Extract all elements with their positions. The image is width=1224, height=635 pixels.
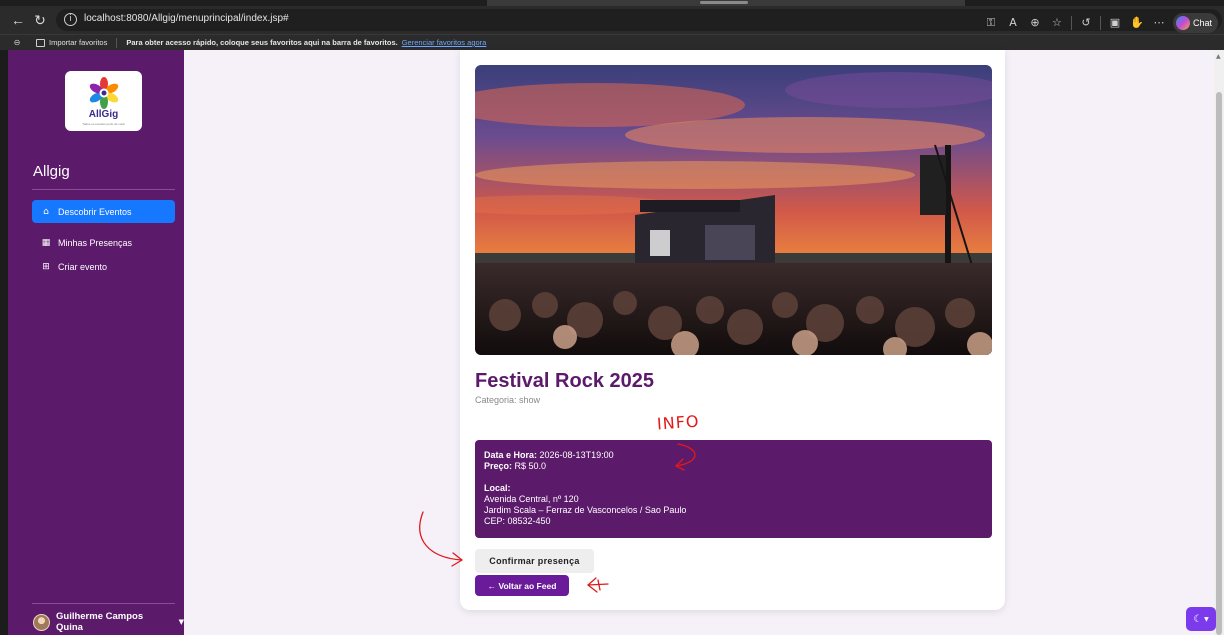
extension-icon[interactable]: ✋: [1129, 15, 1145, 31]
app-logo[interactable]: AllGig Todos os eventos perto de você: [65, 71, 142, 131]
favorites-bar: ⊖ Importar favoritos Para obter acesso r…: [0, 34, 1224, 50]
chevron-down-icon: ▼: [178, 618, 185, 626]
address-cep: CEP: 08532-450: [484, 516, 551, 526]
copilot-icon: [1175, 16, 1190, 30]
import-favorites-button[interactable]: Importar favoritos: [36, 38, 107, 47]
event-detail-card: Festival Rock 2025 Categoria: show Data …: [460, 50, 1005, 610]
page-scrollbar[interactable]: ▲: [1214, 50, 1224, 635]
theme-toggle-button[interactable]: ☾ ▼: [1186, 607, 1216, 631]
reload-icon[interactable]: ↻: [30, 10, 50, 30]
datetime-row: Data e Hora: 2026-08-13T19:00: [484, 450, 983, 461]
split-screen-icon[interactable]: ▣: [1107, 15, 1123, 31]
logo-tagline: Todos os eventos perto de você: [82, 122, 125, 126]
address-line-2: Jardim Scala – Ferraz de Vasconcelos / S…: [484, 505, 687, 515]
home-icon: ⌂: [43, 206, 49, 217]
price-label: Preço:: [484, 461, 513, 471]
avatar: [33, 613, 50, 631]
collections-icon[interactable]: ⊖: [12, 38, 22, 48]
event-title: Festival Rock 2025: [475, 370, 654, 392]
price-row: Preço: R$ 50.0: [484, 461, 983, 472]
nav-label: Minhas Presenças: [58, 237, 133, 248]
key-icon[interactable]: ⚿: [983, 15, 999, 31]
category-label: Categoria:: [475, 395, 517, 405]
read-aloud-icon[interactable]: A: [1005, 15, 1021, 31]
back-to-feed-button[interactable]: ← Voltar ao Feed: [475, 575, 569, 596]
annotation-left-curve: [419, 511, 463, 561]
grid-icon: ⊞: [42, 261, 50, 272]
logo-flower-icon: [89, 77, 119, 109]
favbar-divider: [116, 37, 118, 48]
concert-photo: [475, 65, 992, 355]
url-text[interactable]: localhost:8080/Allgig/menuprincipal/inde…: [84, 13, 289, 24]
datetime-value: 2026-08-13T19:00: [539, 450, 614, 460]
price-value: R$ 50.0: [514, 461, 547, 471]
user-menu[interactable]: Guilherme Campos Quina ▼: [33, 611, 184, 633]
browser-address-bar: ← ↻ i localhost:8080/Allgig/menuprincipa…: [0, 6, 1224, 34]
window-edge: [0, 50, 8, 635]
sidebar-divider: [32, 189, 175, 190]
favorites-hint: Para obter acesso rápido, coloque seus f…: [126, 38, 398, 47]
scrollbar-thumb[interactable]: [1216, 92, 1222, 635]
logo-brand-text: AllGig: [88, 109, 119, 120]
location-label: Local:: [484, 483, 511, 493]
datetime-label: Data e Hora:: [484, 450, 538, 460]
sidebar: AllGig Todos os eventos perto de você Al…: [8, 50, 184, 635]
nav-item-minhas-presencas[interactable]: ▦ Minhas Presenças: [32, 231, 175, 254]
calendar-table-icon: ▦: [41, 237, 51, 248]
address-line-1: Avenida Central, nº 120: [484, 494, 579, 504]
manage-favorites-link[interactable]: Gerenciar favoritos agora: [402, 38, 487, 47]
url-field[interactable]: i localhost:8080/Allgig/menuprincipal/in…: [56, 9, 1222, 33]
event-category: Categoria: show: [475, 395, 540, 405]
back-arrow-icon[interactable]: ←: [8, 10, 28, 30]
annotation-info-label: INFO: [656, 411, 701, 434]
favorite-star-icon[interactable]: ☆: [1049, 15, 1065, 31]
toolbar-divider: [1099, 16, 1101, 30]
app-name: Allgig: [33, 163, 70, 180]
site-info-icon[interactable]: i: [64, 13, 77, 26]
import-icon: [36, 38, 45, 47]
moon-icon: ☾: [1193, 613, 1203, 625]
zoom-icon[interactable]: ⊕: [1027, 15, 1043, 31]
confirm-attendance-button[interactable]: Confirmar presença: [475, 549, 594, 573]
chat-label: Chat: [1192, 18, 1212, 28]
refresh-extension-icon[interactable]: ↺: [1078, 15, 1094, 31]
sidebar-bottom-divider: [32, 603, 175, 604]
scroll-up-icon[interactable]: ▲: [1216, 53, 1221, 60]
more-options-icon[interactable]: ⋯: [1151, 15, 1167, 31]
nav-label: Criar evento: [58, 261, 108, 272]
event-info-box: Data e Hora: 2026-08-13T19:00 Preço: R$ …: [475, 440, 992, 538]
user-name: Guilherme Campos Quina: [56, 611, 144, 633]
chevron-down-icon: ▼: [1204, 615, 1209, 623]
tab-title-bar: [700, 1, 748, 4]
nav-label: Descobrir Eventos: [58, 206, 132, 217]
category-value: show: [519, 395, 541, 405]
nav-item-criar-evento[interactable]: ⊞ Criar evento: [32, 255, 175, 278]
toolbar-divider: [1070, 16, 1072, 30]
event-image: [475, 65, 992, 355]
nav-item-descobrir-eventos[interactable]: ⌂ Descobrir Eventos: [32, 200, 175, 223]
import-favorites-label: Importar favoritos: [49, 38, 108, 47]
copilot-chat-button[interactable]: Chat: [1172, 13, 1218, 33]
